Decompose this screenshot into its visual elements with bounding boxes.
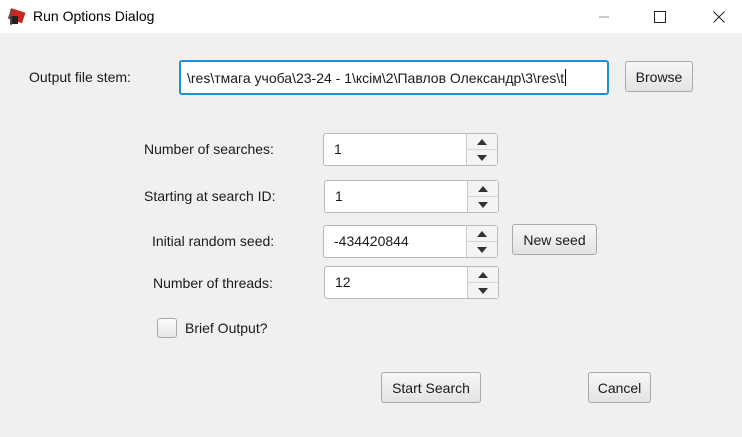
spinner-increment[interactable] [468,181,498,197]
threads-value: 12 [335,274,351,290]
start-id-spinner[interactable]: 1 [324,180,499,213]
close-icon [713,10,725,23]
seed-spinner[interactable]: -434420844 [323,225,498,258]
seed-value: -434420844 [334,233,409,249]
chevron-up-icon [478,271,488,278]
window-title: Run Options Dialog [33,8,155,24]
chevron-down-icon [477,246,487,253]
close-button[interactable] [696,0,742,33]
spinner-decrement[interactable] [468,283,498,298]
new-seed-button-label: New seed [523,231,586,248]
start-id-label: Starting at search ID: [144,188,276,204]
minimize-button[interactable] [581,0,627,33]
chevron-up-icon [478,185,488,192]
spinner-increment[interactable] [467,226,497,242]
spinner-arrows [467,267,498,298]
spinner-decrement[interactable] [467,242,497,257]
num-searches-value: 1 [334,141,342,157]
spinner-decrement[interactable] [468,197,498,212]
maximize-button[interactable] [637,0,683,33]
dialog-content: Output file stem: \res\тмага учоба\23-24… [0,33,742,437]
spinner-increment[interactable] [468,267,498,283]
spinner-arrows [466,134,497,165]
seed-label: Initial random seed: [152,233,275,249]
spinner-arrows [467,181,498,212]
output-stem-label: Output file stem: [29,69,131,85]
cancel-button-label: Cancel [597,379,642,396]
start-search-button[interactable]: Start Search [381,372,481,403]
maximize-icon [654,10,666,23]
chevron-down-icon [478,287,488,294]
output-stem-value: \res\тмага учоба\23-24 - 1\ксім\2\Павлов… [187,69,565,86]
threads-label: Number of threads: [153,275,273,291]
num-searches-label: Number of searches: [144,141,274,157]
chevron-up-icon [477,230,487,237]
brief-output-label: Brief Output? [185,320,268,336]
start-id-value: 1 [335,188,343,204]
spinner-arrows [466,226,497,257]
start-search-button-label: Start Search [392,379,470,396]
app-icon [7,8,26,26]
minimize-icon [599,16,609,17]
chevron-down-icon [478,201,488,208]
cancel-button[interactable]: Cancel [588,372,651,403]
title-bar: Run Options Dialog [0,0,742,33]
brief-output-checkbox[interactable] [157,318,177,338]
chevron-up-icon [477,138,487,145]
threads-spinner[interactable]: 12 [324,266,499,299]
chevron-down-icon [477,154,487,161]
spinner-decrement[interactable] [467,150,497,165]
browse-button[interactable]: Browse [625,61,693,92]
new-seed-button[interactable]: New seed [512,224,597,255]
output-stem-input[interactable]: \res\тмага учоба\23-24 - 1\ксім\2\Павлов… [179,60,609,95]
num-searches-spinner[interactable]: 1 [323,133,498,166]
browse-button-label: Browse [635,68,683,85]
spinner-increment[interactable] [467,134,497,150]
text-caret [565,69,567,86]
